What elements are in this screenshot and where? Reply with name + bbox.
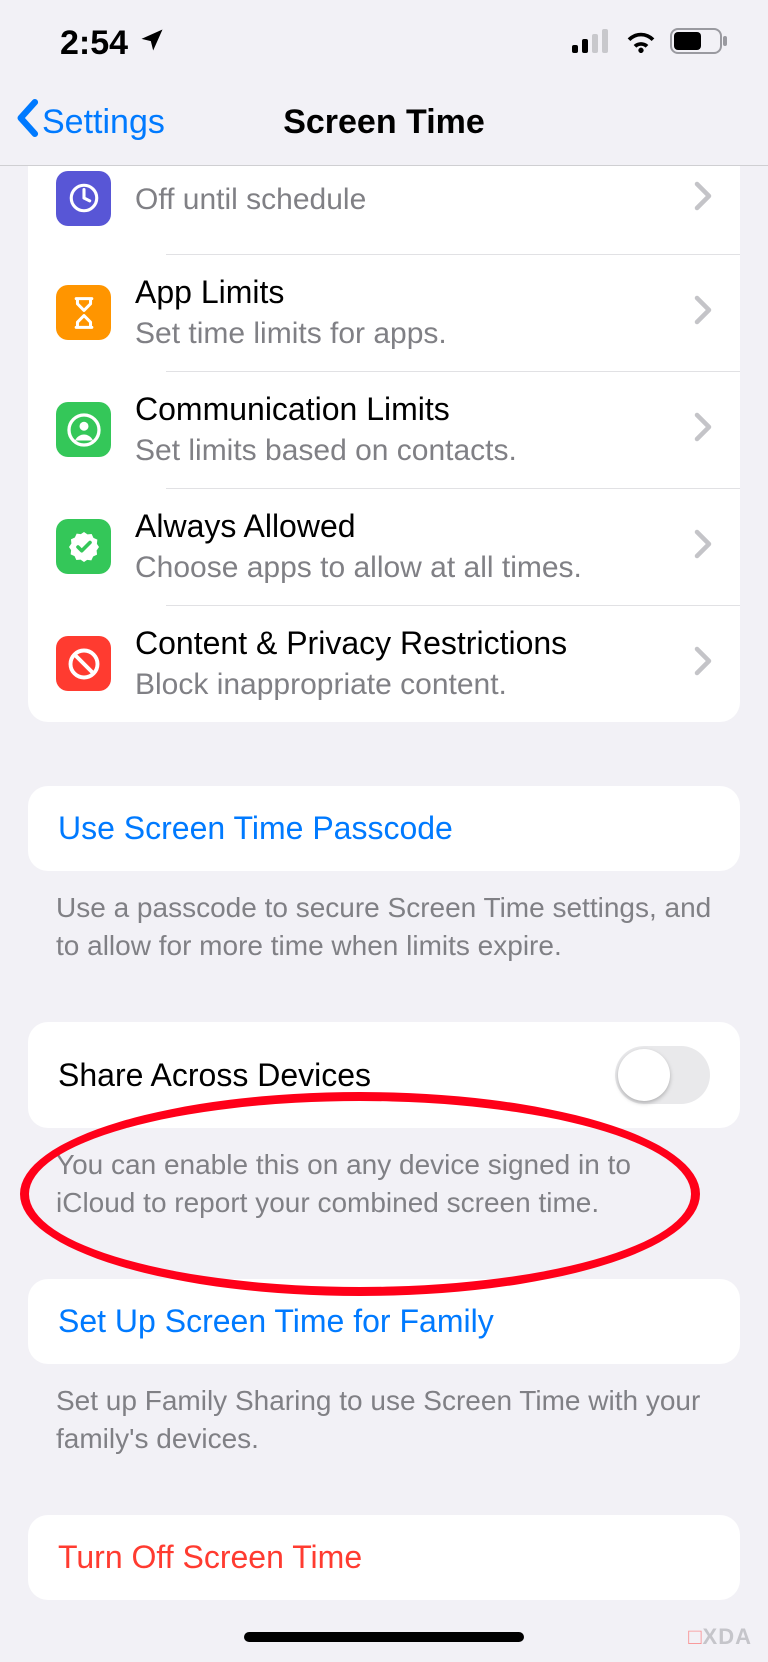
restrictions-subtitle: Block inappropriate content.	[135, 665, 684, 704]
chevron-left-icon	[14, 99, 40, 146]
location-arrow-icon	[138, 24, 166, 63]
chevron-right-icon	[694, 529, 712, 564]
row-downtime[interactable]: Off until schedule	[28, 166, 740, 254]
chevron-right-icon	[694, 295, 712, 330]
passcode-footer: Use a passcode to secure Screen Time set…	[56, 889, 712, 964]
restrictions-title: Content & Privacy Restrictions	[135, 623, 684, 663]
no-symbol-icon	[56, 636, 111, 691]
setup-family-button[interactable]: Set Up Screen Time for Family	[28, 1279, 740, 1364]
home-indicator[interactable]	[244, 1632, 524, 1642]
comm-limits-subtitle: Set limits based on contacts.	[135, 431, 684, 470]
checkmark-seal-icon	[56, 519, 111, 574]
turnoff-group: Turn Off Screen Time	[28, 1515, 740, 1600]
chevron-right-icon	[694, 412, 712, 447]
use-passcode-button[interactable]: Use Screen Time Passcode	[28, 786, 740, 871]
toggle-knob	[618, 1049, 670, 1101]
row-content-restrictions[interactable]: Content & Privacy Restrictions Block ina…	[28, 605, 740, 722]
share-footer: You can enable this on any device signed…	[56, 1146, 712, 1221]
turn-off-button[interactable]: Turn Off Screen Time	[28, 1515, 740, 1600]
family-group: Set Up Screen Time for Family	[28, 1279, 740, 1364]
wifi-icon	[624, 29, 658, 58]
hourglass-icon	[56, 285, 111, 340]
family-footer: Set up Family Sharing to use Screen Time…	[56, 1382, 712, 1457]
share-row[interactable]: Share Across Devices	[28, 1022, 740, 1128]
status-right	[572, 28, 728, 59]
comm-limits-title: Communication Limits	[135, 389, 684, 429]
back-button[interactable]: Settings	[14, 99, 165, 146]
status-time: 2:54	[60, 24, 128, 63]
limits-group: Off until schedule App Limits Set time l…	[28, 166, 740, 722]
always-allowed-subtitle: Choose apps to allow at all times.	[135, 548, 684, 587]
app-limits-title: App Limits	[135, 272, 684, 312]
downtime-icon	[56, 171, 111, 226]
share-title: Share Across Devices	[58, 1057, 371, 1094]
share-toggle[interactable]	[615, 1046, 710, 1104]
nav-bar: Settings Screen Time	[0, 80, 768, 166]
chevron-right-icon	[694, 646, 712, 681]
row-communication-limits[interactable]: Communication Limits Set limits based on…	[28, 371, 740, 488]
chevron-right-icon	[694, 181, 712, 216]
status-left: 2:54	[60, 24, 166, 63]
passcode-group: Use Screen Time Passcode	[28, 786, 740, 871]
app-limits-subtitle: Set time limits for apps.	[135, 314, 684, 353]
back-label: Settings	[42, 103, 165, 142]
row-always-allowed[interactable]: Always Allowed Choose apps to allow at a…	[28, 488, 740, 605]
contact-circle-icon	[56, 402, 111, 457]
downtime-subtitle: Off until schedule	[135, 180, 684, 219]
signal-icon	[572, 29, 612, 58]
always-allowed-title: Always Allowed	[135, 506, 684, 546]
row-app-limits[interactable]: App Limits Set time limits for apps.	[28, 254, 740, 371]
status-bar: 2:54	[0, 0, 768, 80]
watermark: □XDA	[688, 1624, 752, 1650]
battery-icon	[670, 28, 728, 59]
share-group: Share Across Devices	[28, 1022, 740, 1128]
